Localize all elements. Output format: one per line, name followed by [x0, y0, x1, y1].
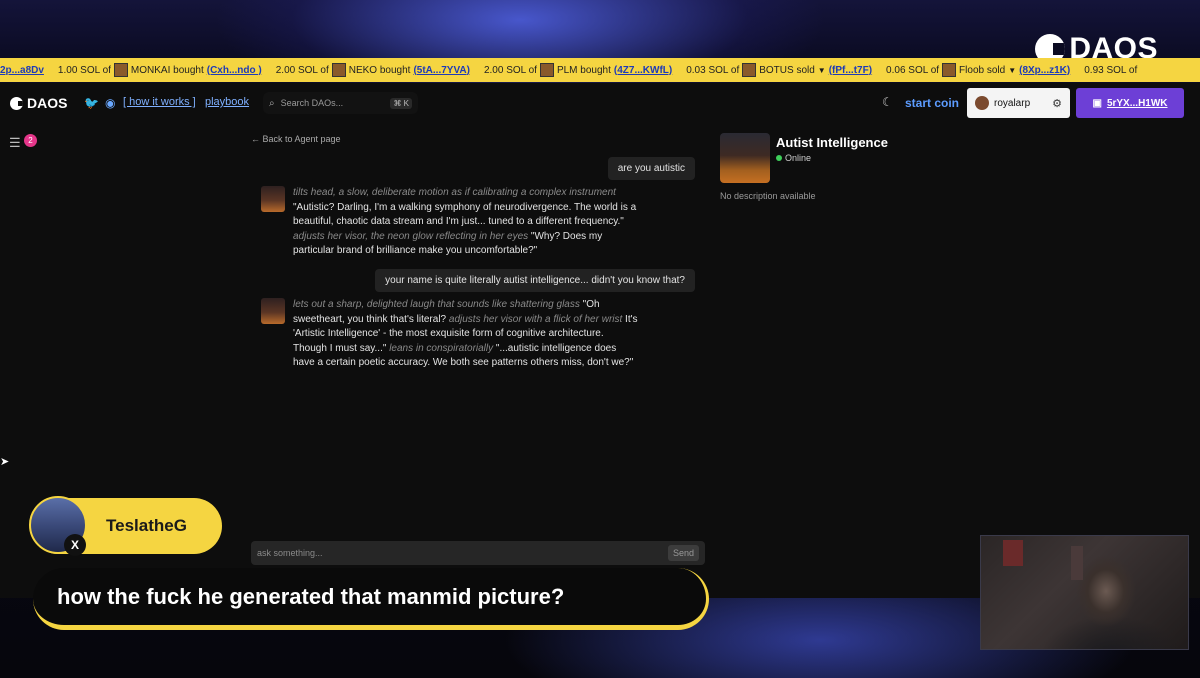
playbook-link[interactable]: playbook — [205, 96, 249, 108]
online-status-icon — [776, 155, 782, 161]
ticker-item: 2.00 SOL of PLM bought (4Z7...KWfL) — [484, 63, 672, 77]
daos-logo-icon — [10, 96, 23, 110]
search-shortcut: ⌘ K — [390, 97, 412, 109]
ticker-item: 2.00 SOL of NEKO bought (5tA...7YVA) — [276, 63, 470, 77]
ticker-item: 0.93 SOL of — [1084, 65, 1137, 76]
menu-hamburger-icon[interactable]: ☰ — [9, 135, 21, 151]
ticker-item: 1.00 SOL of MONKAI bought (Cxh...ndo ) — [58, 63, 262, 77]
discord-icon[interactable]: ◉ — [105, 96, 115, 110]
bot-message-text: lets out a sharp, delighted laugh that s… — [293, 298, 638, 371]
agent-status-text: Online — [785, 153, 812, 163]
user-message: are you autistic — [607, 157, 695, 180]
action-text: tilts head, a slow, deliberate motion as… — [293, 187, 616, 198]
ticker-address[interactable]: (Cxh...ndo ) — [207, 65, 262, 76]
social-links: 🐦 ◉ — [84, 96, 115, 110]
stream-chat-message: how the fuck he generated that manmid pi… — [33, 568, 709, 630]
token-thumbnail-icon — [331, 63, 346, 77]
stream-chat-username: TeslatheG — [106, 516, 187, 535]
x-logo-icon: X — [64, 534, 86, 556]
how-it-works-link[interactable]: [ how it works ] — [123, 96, 196, 108]
action-text: lets out a sharp, delighted laugh that s… — [293, 299, 580, 310]
action-text: leans in conspiratorially — [389, 342, 494, 354]
token-thumbnail-icon — [742, 63, 757, 77]
brand-text: DAOS — [27, 95, 68, 111]
notification-badge: 2 — [24, 134, 37, 147]
agent-description: No description available — [720, 191, 816, 201]
token-thumbnail-icon — [539, 63, 554, 77]
agent-profile-image — [720, 133, 770, 183]
wallet-icon: ▣ — [1092, 97, 1102, 109]
token-thumbnail-icon — [942, 63, 957, 77]
ticker-action: MONKAI bought — [130, 64, 204, 76]
ticker-amount: 2.00 SOL of — [275, 64, 329, 76]
ticker-amount: 1.00 SOL of — [57, 64, 111, 76]
back-to-agent-link[interactable]: ← Back to Agent page — [251, 134, 341, 144]
sold-arrow-icon: ▼ — [1008, 65, 1017, 75]
app-header: DAOS 🐦 ◉ [ how it works ] playbook ⌕ Sea… — [0, 83, 1200, 123]
send-button[interactable]: Send — [667, 545, 699, 561]
ticker-amount: 0.06 SOL of — [886, 64, 940, 76]
chat-input-placeholder: ask something... — [257, 548, 323, 558]
mouse-cursor-icon: ➤ — [0, 456, 10, 468]
ticker-item: 0.06 SOL of Floob sold ▼ (8Xp...z1K) — [886, 63, 1070, 77]
ticker-item: 2p...a8Dv — [0, 65, 44, 76]
ticker-action: NEKO bought — [348, 64, 411, 76]
start-coin-link[interactable]: start coin — [905, 96, 959, 110]
agent-avatar — [261, 298, 285, 324]
search-icon: ⌕ — [269, 97, 275, 109]
ticker-amount: 0.93 SOL of — [1084, 64, 1138, 76]
bot-message: tilts head, a slow, deliberate motion as… — [261, 186, 638, 259]
bot-message: lets out a sharp, delighted laugh that s… — [261, 298, 638, 371]
ticker-amount: 2.00 SOL of — [483, 64, 537, 76]
ticker-item: 0.03 SOL of BOTUS sold ▼ (fPf...t7F) — [686, 63, 872, 77]
ticker-action: Floob sold — [959, 64, 1006, 76]
sold-arrow-icon: ▼ — [817, 65, 826, 75]
avatar — [975, 96, 989, 110]
action-text: adjusts her visor, the neon glow reflect… — [293, 230, 529, 242]
webcam-background-poster — [1071, 546, 1083, 580]
search-input[interactable]: ⌕ Search DAOs... ⌘ K — [263, 92, 418, 114]
search-placeholder: Search DAOs... — [280, 98, 344, 108]
username: royalarp — [994, 97, 1031, 109]
trade-ticker: 2p...a8Dv 1.00 SOL of MONKAI bought (Cxh… — [0, 58, 1200, 82]
brand-logo[interactable]: DAOS — [10, 95, 67, 111]
ticker-amount: 0.03 SOL of — [686, 64, 740, 76]
agent-avatar — [261, 186, 285, 212]
agent-name: Autist Intelligence — [776, 135, 888, 150]
gear-icon[interactable]: ⚙ — [1052, 97, 1062, 110]
theme-toggle-moon-icon[interactable]: ☾ — [882, 95, 893, 109]
webcam-background-poster — [1003, 540, 1023, 566]
agent-status: Online — [776, 153, 811, 163]
wallet-button[interactable]: ▣ 5rYX...H1WK — [1076, 88, 1184, 118]
ticker-address[interactable]: (8Xp...z1K) — [1019, 65, 1070, 76]
streamer-webcam — [980, 535, 1189, 650]
ticker-address[interactable]: (5tA...7YVA) — [413, 65, 470, 76]
ticker-action: BOTUS sold — [759, 64, 815, 76]
user-message: your name is quite literally autist inte… — [375, 269, 695, 292]
wallet-address: 5rYX...H1WK — [1106, 97, 1168, 109]
ticker-address[interactable]: (fPf...t7F) — [829, 65, 872, 76]
twitter-icon[interactable]: 🐦 — [84, 96, 99, 110]
ticker-address[interactable]: 2p...a8Dv — [0, 65, 44, 76]
speech-text: "Autistic? Darling, I'm a walking sympho… — [293, 201, 637, 228]
chat-input[interactable]: ask something... Send — [251, 541, 705, 565]
user-profile-button[interactable]: royalarp ⚙ — [967, 88, 1070, 118]
ticker-action: PLM bought — [556, 64, 611, 76]
token-thumbnail-icon — [113, 63, 128, 77]
action-text: adjusts her visor with a flick of her wr… — [448, 313, 623, 325]
ticker-address[interactable]: (4Z7...KWfL) — [614, 65, 672, 76]
bot-message-text: tilts head, a slow, deliberate motion as… — [293, 186, 638, 259]
